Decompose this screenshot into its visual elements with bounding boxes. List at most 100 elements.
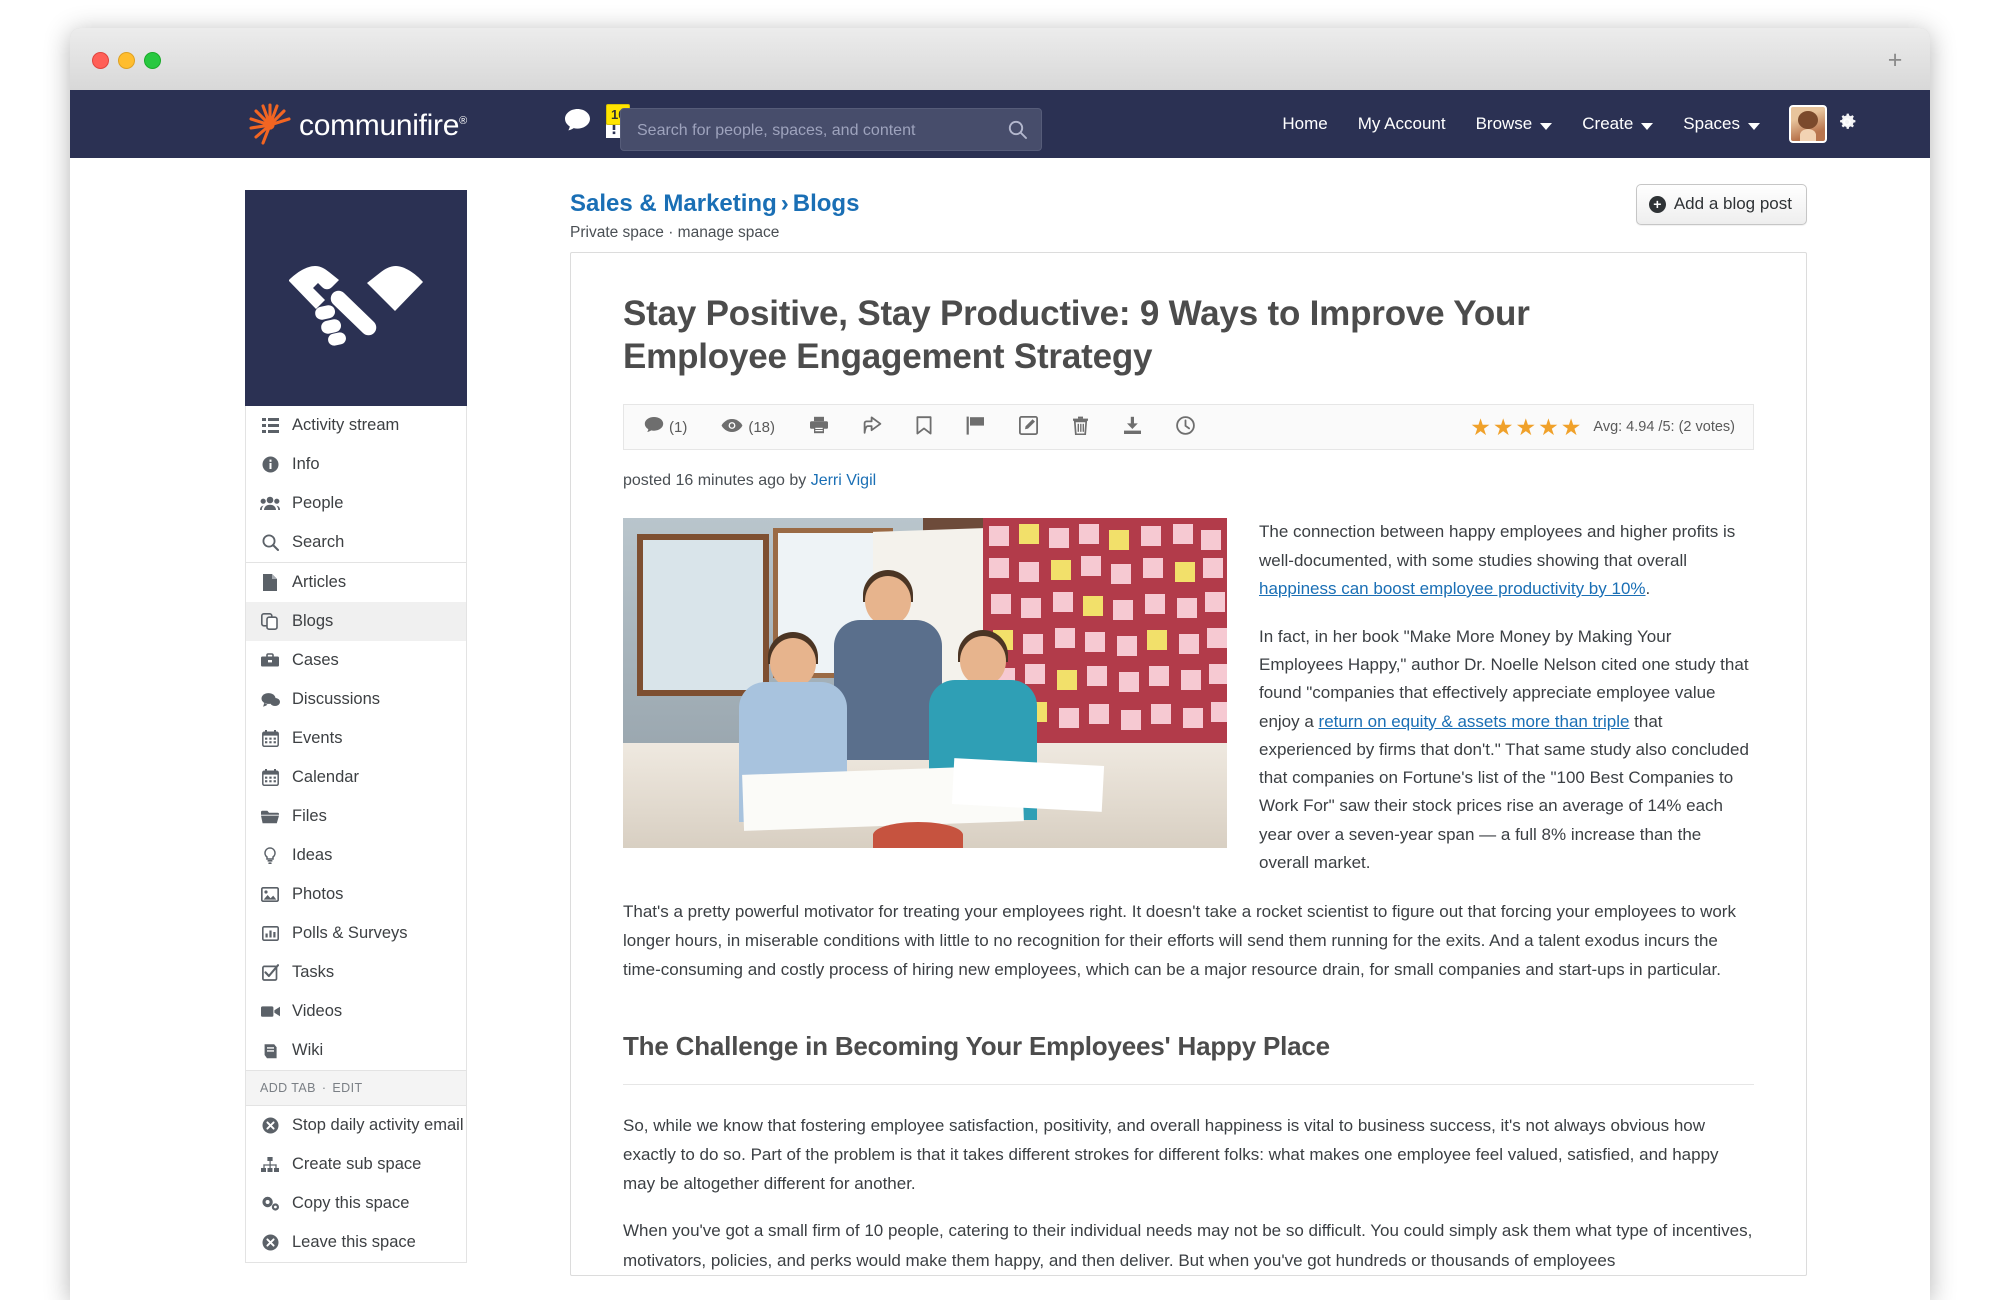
sidebar-item-label: Discussions	[292, 690, 380, 709]
edit-button[interactable]	[1002, 416, 1055, 439]
history-button[interactable]	[1159, 416, 1212, 439]
lightbulb-icon	[260, 847, 280, 865]
sidebar-action-label: Create sub space	[292, 1155, 421, 1174]
print-icon	[809, 416, 829, 438]
sidebar-item-activity-stream[interactable]: Activity stream	[246, 406, 466, 445]
minimize-window-button[interactable]	[118, 52, 135, 69]
window-controls[interactable]	[92, 52, 161, 69]
logo-starburst-icon	[248, 103, 292, 147]
download-button[interactable]	[1106, 416, 1159, 439]
close-window-button[interactable]	[92, 52, 109, 69]
sidebar-item-polls-surveys[interactable]: Polls & Surveys	[246, 914, 466, 953]
delete-button[interactable]	[1055, 416, 1106, 439]
nav-item-browse[interactable]: Browse	[1461, 90, 1568, 158]
sidebar-item-label: Info	[292, 455, 320, 474]
sidebar-item-videos[interactable]: Videos	[246, 992, 466, 1031]
sidebar-item-label: Ideas	[292, 846, 332, 865]
views-indicator[interactable]: (18)	[704, 418, 792, 437]
bookmark-icon	[916, 416, 932, 439]
star-icon[interactable]: ★	[1493, 416, 1514, 439]
maximize-window-button[interactable]	[144, 52, 161, 69]
views-count: (18)	[748, 419, 775, 436]
breadcrumb-separator: ›	[781, 190, 789, 217]
sidebar-item-calendar[interactable]: Calendar	[246, 758, 466, 797]
sidebar-action-stop-daily-email[interactable]: Stop daily activity email	[246, 1106, 466, 1145]
sidebar-item-blogs[interactable]: Blogs	[246, 602, 466, 641]
space-logo[interactable]	[245, 190, 467, 406]
sidebar-item-tasks[interactable]: Tasks	[246, 953, 466, 992]
star-icon[interactable]: ★	[1561, 416, 1582, 439]
sidebar-item-articles[interactable]: Articles	[246, 562, 466, 602]
app-header: communifire® 10	[70, 90, 1930, 158]
sidebar-item-label: People	[292, 494, 343, 513]
nav-item-my-account[interactable]: My Account	[1343, 90, 1461, 158]
nav-item-home[interactable]: Home	[1267, 90, 1342, 158]
main-column: Sales & Marketing›Blogs Private space · …	[570, 190, 1807, 242]
sidebar-item-cases[interactable]: Cases	[246, 641, 466, 680]
handshake-icon	[281, 238, 431, 358]
global-search[interactable]	[620, 108, 1042, 151]
para2-link[interactable]: return on equity & assets more than trip…	[1319, 712, 1630, 731]
chevron-down-icon	[1641, 123, 1653, 130]
add-tab-button[interactable]: ADD TAB	[260, 1081, 316, 1095]
section-heading: The Challenge in Becoming Your Employees…	[623, 1031, 1754, 1085]
nav-label: Home	[1282, 114, 1327, 134]
share-button[interactable]	[846, 416, 899, 438]
post-author-link[interactable]: Jerri Vigil	[811, 472, 877, 489]
chevron-down-icon	[1748, 123, 1760, 130]
breadcrumb-section-link[interactable]: Blogs	[793, 190, 860, 217]
post-body: The connection between happy employees a…	[623, 518, 1754, 1275]
comments-button[interactable]: (1)	[638, 416, 704, 438]
sidebar-item-label: Search	[292, 533, 344, 552]
sidebar-item-discussions[interactable]: Discussions	[246, 680, 466, 719]
sidebar-action-copy-this-space[interactable]: Copy this space	[246, 1184, 466, 1223]
avatar[interactable]	[1789, 105, 1827, 143]
trash-icon	[1072, 416, 1089, 439]
space-nav-list: Activity stream Info People	[245, 406, 467, 1263]
star-icon[interactable]: ★	[1516, 416, 1537, 439]
star-icon[interactable]: ★	[1470, 416, 1491, 439]
communifire-logo[interactable]: communifire®	[248, 103, 467, 147]
comment-icon	[644, 416, 664, 438]
add-blog-post-button[interactable]: + Add a blog post	[1636, 184, 1807, 225]
sidebar-item-ideas[interactable]: Ideas	[246, 836, 466, 875]
sidebar-item-label: Photos	[292, 885, 343, 904]
space-sidebar: Activity stream Info People	[245, 190, 467, 1263]
star-icon[interactable]: ★	[1538, 416, 1559, 439]
print-button[interactable]	[792, 416, 846, 438]
post-paragraph-5: When you've got a small firm of 10 peopl…	[623, 1216, 1754, 1274]
sidebar-item-wiki[interactable]: Wiki	[246, 1031, 466, 1070]
bookmark-button[interactable]	[899, 416, 949, 439]
browser-titlebar	[70, 28, 1930, 91]
plus-icon: +	[1649, 196, 1666, 213]
search-input[interactable]	[635, 109, 989, 152]
people-icon	[260, 496, 280, 511]
sidebar-item-photos[interactable]: Photos	[246, 875, 466, 914]
nav-item-spaces[interactable]: Spaces	[1668, 90, 1775, 158]
sidebar-item-label: Articles	[292, 573, 346, 592]
breadcrumb-space-link[interactable]: Sales & Marketing	[570, 190, 777, 217]
flag-button[interactable]	[949, 416, 1002, 439]
search-icon[interactable]	[1008, 120, 1027, 144]
sidebar-item-people[interactable]: People	[246, 484, 466, 523]
sidebar-item-info[interactable]: Info	[246, 445, 466, 484]
sidebar-action-leave-this-space[interactable]: Leave this space	[246, 1223, 466, 1262]
info-icon	[260, 456, 280, 473]
edit-tabs-button[interactable]: EDIT	[332, 1081, 362, 1095]
sidebar-item-search[interactable]: Search	[246, 523, 466, 562]
para1-link[interactable]: happiness can boost employee productivit…	[1259, 579, 1646, 598]
post-meta-prefix: posted 16 minutes ago by	[623, 472, 811, 489]
sidebar-item-events[interactable]: Events	[246, 719, 466, 758]
chat-icon[interactable]	[564, 108, 590, 132]
gear-icon[interactable]	[1836, 111, 1858, 138]
sidebar-action-label: Stop daily activity email	[292, 1116, 464, 1135]
discussions-icon	[260, 692, 280, 708]
new-tab-button[interactable]: +	[1882, 48, 1908, 74]
space-meta[interactable]: Private space · manage space	[570, 224, 1807, 242]
sidebar-item-files[interactable]: Files	[246, 797, 466, 836]
sidebar-action-label: Leave this space	[292, 1233, 416, 1252]
star-rating[interactable]: ★ ★ ★ ★ ★	[1470, 416, 1581, 439]
sidebar-action-create-sub-space[interactable]: Create sub space	[246, 1145, 466, 1184]
activity-stream-icon	[260, 418, 280, 433]
nav-item-create[interactable]: Create	[1567, 90, 1668, 158]
